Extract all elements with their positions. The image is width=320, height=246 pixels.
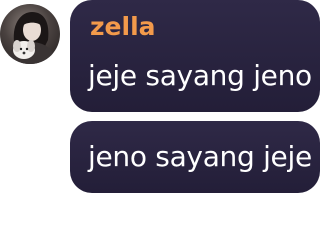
avatar[interactable] [0,4,60,64]
message-bubble[interactable]: jeno sayang jeje [70,121,320,193]
message-text: jeno sayang jeje [88,140,312,173]
avatar-photo-icon [6,12,56,64]
chat-message-group: zella jeje sayang jeno jeno sayang jeje [0,0,320,246]
message-text: jeje sayang jeno [88,59,312,92]
sender-name[interactable]: zella [90,14,156,39]
message-bubble[interactable]: zella jeje sayang jeno [70,0,320,112]
